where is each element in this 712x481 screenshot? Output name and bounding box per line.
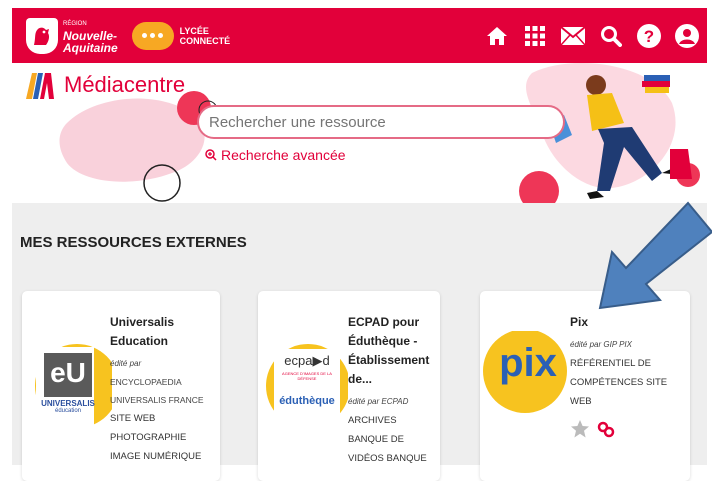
advanced-search-label: Recherche avancée: [221, 147, 346, 163]
resource-name[interactable]: ECPAD pour Éduthèque - Établissement de.…: [348, 313, 438, 389]
advanced-search-link[interactable]: Recherche avancée: [205, 147, 346, 163]
favorite-star-icon[interactable]: [570, 419, 590, 439]
resource-type: RÉFÉRENTIEL DE: [570, 358, 651, 369]
universalis-logo: eU UNIVERSALIS éducation: [22, 331, 119, 441]
lycee-connecte-logo[interactable]: LYCÉE CONNECTÉ: [131, 21, 231, 50]
resource-card-universalis[interactable]: eU UNIVERSALIS éducation Universalis Edu…: [22, 291, 220, 481]
resource-editor-line: édité par GIP PIX: [570, 336, 688, 354]
resource-editor-prefix: édité par: [570, 340, 602, 349]
pix-logo: pix: [480, 329, 570, 441]
link-icon[interactable]: [596, 419, 616, 439]
resource-type: SITE WEB: [110, 413, 156, 424]
resource-type: BANQUE DE: [348, 434, 404, 445]
zoom-in-icon: [205, 149, 217, 161]
resource-editor-line: édité par ECPAD: [348, 393, 438, 411]
region-small-label: RÉGION: [63, 20, 87, 27]
search-input[interactable]: [197, 105, 565, 139]
lycee-label-line2: CONNECTÉ: [179, 35, 231, 46]
universalis-logo-sub: UNIVERSALIS: [41, 399, 95, 408]
region-name-line2: Aquitaine: [63, 40, 118, 55]
page-title: Médiacentre: [64, 72, 186, 97]
lion-shield-icon: [26, 17, 58, 54]
edutheque-logo-text: éduthèque: [279, 395, 335, 407]
region-name-line1: Nouvelle-: [63, 28, 118, 43]
external-resources-section: MES RESSOURCES EXTERNES eU UNIVERSALIS é…: [12, 203, 707, 481]
resource-editor-prefix: édité par: [348, 397, 380, 406]
resource-card-pix[interactable]: pix Pix édité par GIP PIX RÉFÉRENTIEL DE…: [480, 291, 690, 481]
resource-name[interactable]: Universalis Education: [110, 313, 218, 351]
search-icon[interactable]: [599, 24, 623, 48]
resource-type: COMPÉTENCES SITE: [570, 377, 668, 388]
top-bar: RÉGION Nouvelle- Aquitaine LYCÉE CONNECT…: [12, 8, 707, 63]
resource-editor: GIP PIX: [603, 340, 632, 349]
resource-type: IMAGE NUMÉRIQUE: [110, 451, 202, 462]
resource-type: ARCHIVES: [348, 415, 397, 426]
pix-logo-mark: pix: [499, 341, 557, 385]
resource-card-ecpad[interactable]: ecpa▶d AGENCE D'IMAGES DE LA DÉFENSE édu…: [258, 291, 440, 481]
resource-name[interactable]: Pix: [570, 313, 688, 332]
universalis-logo-sub2: éducation: [54, 408, 82, 414]
ecpad-logo-mark: ecpa▶d: [284, 353, 330, 368]
home-icon[interactable]: [485, 24, 509, 48]
resource-editor-prefix: édité par: [110, 359, 142, 368]
chat-bubble-icon: [131, 21, 174, 50]
ecpad-logo-sub: AGENCE D'IMAGES DE LA DÉFENSE: [282, 371, 332, 381]
mediacentre-logo-icon: [26, 73, 54, 99]
region-logo[interactable]: RÉGION Nouvelle- Aquitaine: [26, 17, 118, 55]
resource-type: WEB: [570, 396, 592, 407]
mediacentre-hero: Médiacentre Recherche avancée: [12, 63, 707, 203]
resource-type: VIDÉOS BANQUE: [348, 453, 427, 464]
universalis-logo-mark: eU: [50, 357, 86, 388]
resource-editor: ENCYCLOPAEDIA UNIVERSALIS FRANCE: [110, 377, 204, 405]
svg-text:?: ?: [644, 27, 654, 46]
mail-icon[interactable]: [561, 24, 585, 48]
apps-grid-icon[interactable]: [523, 24, 547, 48]
section-title: MES RESSOURCES EXTERNES: [20, 234, 247, 251]
resource-editor: ECPAD: [381, 397, 409, 406]
help-icon[interactable]: ?: [637, 23, 661, 48]
lycee-label-line1: LYCÉE: [179, 25, 209, 36]
account-icon[interactable]: [675, 23, 699, 48]
resource-type: PHOTOGRAPHIE: [110, 432, 187, 443]
ecpad-logo: ecpa▶d AGENCE D'IMAGES DE LA DÉFENSE édu…: [258, 331, 350, 441]
